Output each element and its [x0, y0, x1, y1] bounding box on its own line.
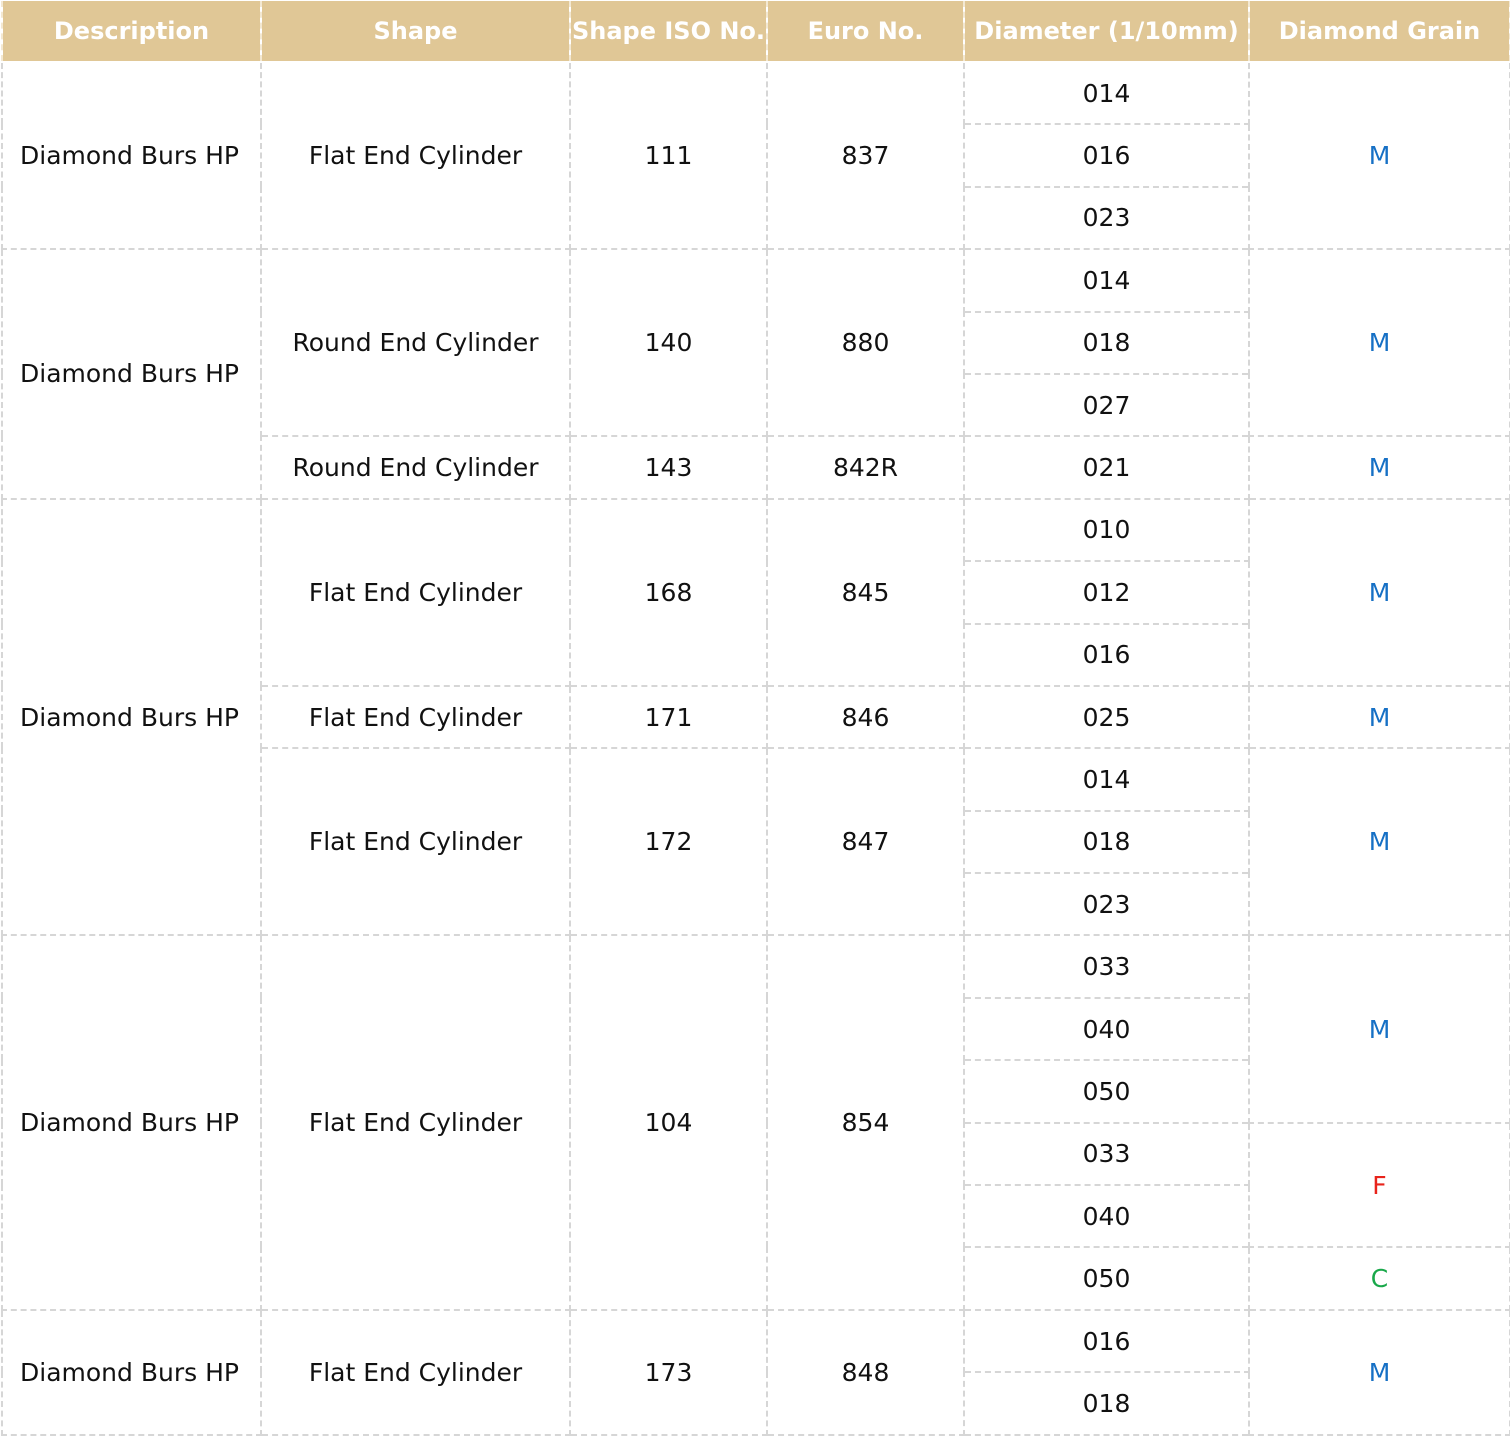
cell-euro-no: 837	[766, 60, 965, 251]
cell-diameter: 018	[963, 809, 1250, 875]
cell-shape: Round End Cylinder	[260, 435, 571, 500]
cell-shape: Flat End Cylinder	[260, 934, 571, 1311]
cell-diameter: 033	[963, 934, 1250, 999]
cell-description: Diamond Burs HP	[1, 60, 262, 251]
cell-shape: Flat End Cylinder	[260, 1308, 571, 1436]
cell-shape-iso-no: 168	[569, 497, 768, 687]
cell-euro-no: 880	[766, 248, 965, 438]
cell-euro-no: 854	[766, 934, 965, 1311]
cell-diameter: 027	[963, 372, 1250, 438]
cell-shape-iso-no: 173	[569, 1308, 768, 1436]
cell-description: Diamond Burs HP	[1, 497, 262, 937]
cell-shape-iso-no: 140	[569, 248, 768, 438]
cell-shape-iso-no: 111	[569, 60, 768, 251]
cell-diamond-grain: M	[1248, 934, 1510, 1124]
cell-shape-iso-no: 104	[569, 934, 768, 1311]
cell-diamond-grain: M	[1248, 60, 1510, 251]
cell-diameter: 016	[963, 1308, 1250, 1374]
cell-description: Diamond Burs HP	[1, 248, 262, 500]
cell-diamond-grain: C	[1248, 1246, 1510, 1311]
cell-euro-no: 846	[766, 684, 965, 750]
cell-diameter: 016	[963, 622, 1250, 687]
column-header-shape: Shape	[260, 1, 571, 63]
cell-euro-no: 842R	[766, 435, 965, 500]
cell-diameter: 012	[963, 560, 1250, 625]
cell-diameter: 016	[963, 123, 1250, 188]
cell-diamond-grain: M	[1248, 684, 1510, 750]
cell-diameter: 033	[963, 1121, 1250, 1187]
table-row: Diamond Burs HP Flat End Cylinder 173 848 01…	[1, 1308, 1510, 1436]
column-header-euro-no: Euro No.	[766, 1, 965, 63]
table-row: Diamond Burs HP Flat End Cylinder 104 854 03…	[1, 934, 1510, 1311]
cell-diamond-grain: M	[1248, 747, 1510, 937]
cell-shape: Flat End Cylinder	[260, 497, 571, 687]
cell-diameter: 014	[963, 60, 1250, 126]
cell-diameter: 014	[963, 747, 1250, 812]
table-body: Diamond Burs HP Flat End Cylinder 111 837 01…	[1, 60, 1510, 1436]
cell-diameter: 021	[963, 435, 1250, 500]
cell-diamond-grain: M	[1248, 497, 1510, 687]
cell-euro-no: 848	[766, 1308, 965, 1436]
cell-description: Diamond Burs HP	[1, 1308, 262, 1436]
cell-diamond-grain: M	[1248, 248, 1510, 438]
cell-description: Diamond Burs HP	[1, 934, 262, 1311]
cell-diameter: 018	[963, 1371, 1250, 1436]
cell-diameter: 023	[963, 872, 1250, 937]
header-row: Description Shape Shape ISO No. Euro No.…	[1, 1, 1510, 63]
column-header-shape-iso-no: Shape ISO No.	[569, 1, 768, 63]
table-row: Diamond Burs HP Flat End Cylinder 168 845 01…	[1, 497, 1510, 937]
cell-diameter: 025	[963, 684, 1250, 750]
cell-diameter: 050	[963, 1059, 1250, 1124]
cell-diameter: 023	[963, 185, 1250, 251]
cell-shape: Flat End Cylinder	[260, 60, 571, 251]
cell-euro-no: 845	[766, 497, 965, 687]
cell-diamond-grain: M	[1248, 435, 1510, 500]
column-header-diamond-grain: Diamond Grain	[1248, 1, 1510, 63]
column-header-diameter: Diameter (1/10mm)	[963, 1, 1250, 63]
column-header-description: Description	[1, 1, 262, 63]
cell-euro-no: 847	[766, 747, 965, 937]
cell-shape-iso-no: 171	[569, 684, 768, 750]
table-row: Diamond Burs HP Flat End Cylinder 111 837 01…	[1, 60, 1510, 251]
table-header: Description Shape Shape ISO No. Euro No.…	[1, 1, 1510, 63]
cell-shape: Round End Cylinder	[260, 248, 571, 438]
product-table: Description Shape Shape ISO No. Euro No.…	[1, 1, 1510, 1436]
cell-shape: Flat End Cylinder	[260, 747, 571, 937]
cell-diamond-grain: F	[1248, 1121, 1510, 1249]
cell-shape: Flat End Cylinder	[260, 684, 571, 750]
cell-shape-iso-no: 143	[569, 435, 768, 500]
cell-diameter: 040	[963, 996, 1250, 1062]
table-row: Diamond Burs HP Round End Cylinder 140 880 0…	[1, 248, 1510, 500]
cell-diameter: 010	[963, 497, 1250, 563]
cell-shape-iso-no: 172	[569, 747, 768, 937]
cell-diameter: 014	[963, 248, 1250, 313]
cell-diameter: 018	[963, 310, 1250, 375]
cell-diameter: 050	[963, 1246, 1250, 1311]
cell-diameter: 040	[963, 1184, 1250, 1249]
cell-diamond-grain: M	[1248, 1308, 1510, 1436]
